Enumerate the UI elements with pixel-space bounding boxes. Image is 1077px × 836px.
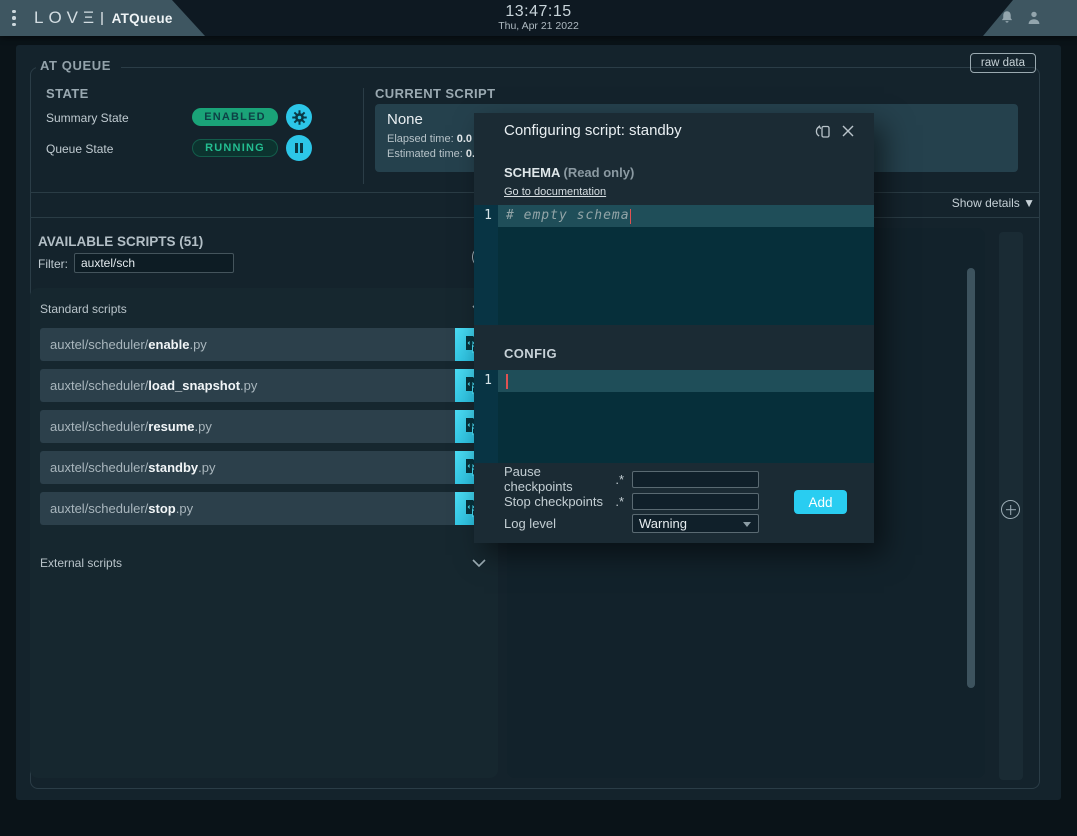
log-level-select[interactable]: Warning (632, 514, 759, 533)
pause-icon[interactable] (286, 135, 312, 161)
caret (506, 374, 508, 389)
script-item[interactable]: auxtel/scheduler/stop.py (40, 492, 488, 525)
schema-content: # empty schema (506, 205, 630, 227)
close-icon[interactable] (840, 123, 856, 139)
script-item[interactable]: auxtel/scheduler/resume.py (40, 410, 488, 443)
schema-editor-code: # empty schema (498, 205, 874, 325)
pause-checkpoints-label: Pause checkpoints (504, 464, 608, 494)
standard-scripts-group[interactable]: Standard scripts (40, 298, 486, 320)
log-level-row: Log level Warning (504, 514, 844, 532)
script-item[interactable]: auxtel/scheduler/load_snapshot.py (40, 369, 488, 402)
stop-checkpoints-row: Stop checkpoints .* (504, 492, 844, 510)
caret (630, 209, 632, 224)
config-editor-code[interactable] (498, 370, 874, 463)
stop-checkpoints-input[interactable] (632, 493, 759, 510)
pause-regex-hint: .* (608, 472, 624, 487)
schema-editor-gutter: 1 (474, 205, 498, 325)
topbar-right-section (955, 0, 1077, 36)
stop-regex-hint: .* (608, 494, 624, 509)
topbar-left-section: LOVΞ ATQueue (0, 0, 205, 36)
configure-script-modal: Configuring script: standby SCHEMA (Read… (474, 113, 874, 543)
available-scripts-heading: AVAILABLE SCRIPTS (51) (38, 234, 203, 249)
pause-checkpoints-row: Pause checkpoints .* (504, 470, 844, 488)
current-script-heading: CURRENT SCRIPT (375, 86, 495, 101)
stop-checkpoints-label: Stop checkpoints (504, 494, 608, 509)
chevron-down-icon (743, 522, 751, 527)
external-scripts-group[interactable]: External scripts (40, 552, 486, 574)
state-heading: STATE (46, 86, 89, 101)
schema-heading: SCHEMA (Read only) (504, 165, 634, 180)
config-editor[interactable]: 1 (474, 370, 874, 463)
scrollbar-thumb[interactable] (967, 268, 975, 688)
chevron-down-icon (472, 559, 486, 568)
schema-editor: 1 # empty schema (474, 205, 874, 325)
script-path: auxtel/scheduler/stop.py (40, 501, 455, 516)
view-title: ATQueue (112, 11, 173, 26)
script-path: auxtel/scheduler/enable.py (40, 337, 455, 352)
modal-title: Configuring script: standby (504, 122, 682, 139)
documentation-link[interactable]: Go to documentation (504, 186, 606, 198)
script-item[interactable]: auxtel/scheduler/enable.py (40, 328, 488, 361)
pause-checkpoints-input[interactable] (632, 471, 759, 488)
queue-state-badge: RUNNING (192, 139, 278, 157)
queue-state-label: Queue State (46, 142, 113, 156)
log-level-label: Log level (504, 516, 608, 531)
filter-input[interactable] (74, 253, 234, 273)
clock: 13:47:15 Thu, Apr 21 2022 (498, 3, 579, 32)
detach-icon[interactable] (815, 123, 832, 140)
summary-state-badge: ENABLED (192, 108, 278, 126)
script-path: auxtel/scheduler/load_snapshot.py (40, 378, 455, 393)
user-icon[interactable] (1025, 9, 1043, 27)
summary-state-label: Summary State (46, 111, 129, 125)
clock-time: 13:47:15 (498, 3, 579, 21)
state-divider (363, 88, 364, 184)
config-editor-gutter: 1 (474, 370, 498, 463)
logo-separator (101, 12, 103, 25)
kebab-menu-icon[interactable] (12, 8, 26, 28)
love-logo: LOVΞ (34, 8, 99, 28)
at-queue-legend: AT QUEUE (36, 58, 121, 73)
topbar: LOVΞ ATQueue 13:47:15 Thu, Apr 21 2022 (0, 0, 1077, 36)
script-item[interactable]: auxtel/scheduler/standby.py (40, 451, 488, 484)
expand-circle-icon[interactable] (1001, 500, 1020, 519)
clock-date: Thu, Apr 21 2022 (498, 20, 579, 32)
config-heading: CONFIG (504, 346, 557, 361)
add-button[interactable]: Add (794, 490, 847, 514)
gear-icon[interactable] (286, 104, 312, 130)
show-details-toggle[interactable]: Show details ▼ (952, 196, 1035, 210)
filter-label: Filter: (38, 257, 68, 271)
script-path: auxtel/scheduler/standby.py (40, 460, 455, 475)
bell-icon[interactable] (998, 9, 1016, 27)
script-path: auxtel/scheduler/resume.py (40, 419, 455, 434)
raw-data-button[interactable]: raw data (970, 53, 1036, 73)
available-scripts-panel: Standard scripts auxtel/scheduler/enable… (30, 288, 498, 778)
